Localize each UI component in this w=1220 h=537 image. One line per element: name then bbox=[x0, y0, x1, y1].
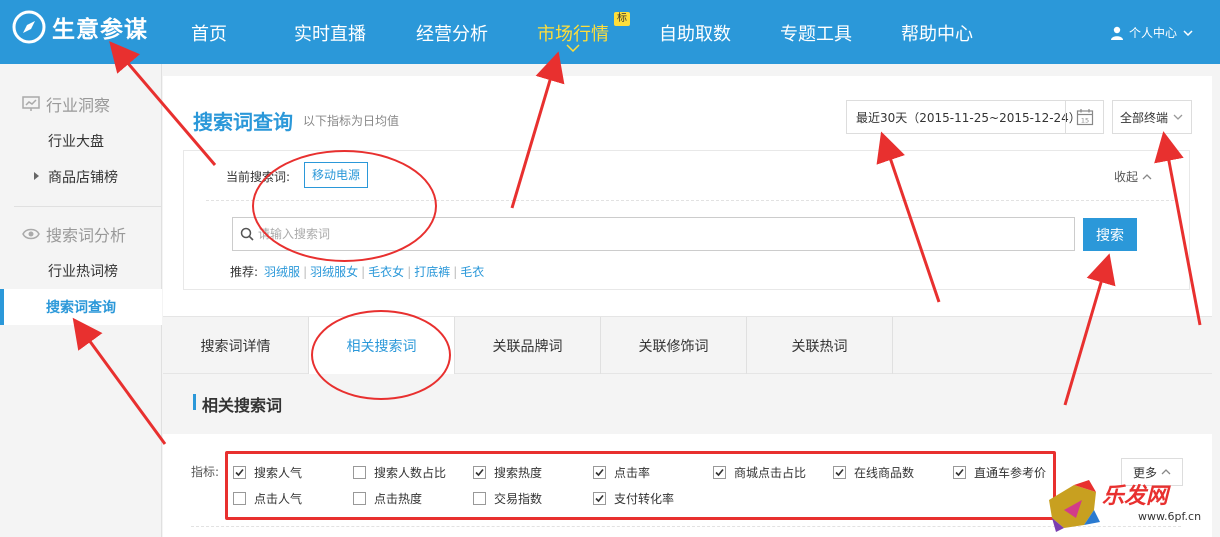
calendar-icon[interactable]: 15 bbox=[1065, 101, 1103, 133]
annotation-ellipse bbox=[311, 310, 451, 400]
chevron-down-icon bbox=[1173, 114, 1183, 120]
logo-text: 生意参谋 bbox=[52, 17, 148, 43]
user-icon bbox=[1111, 26, 1123, 40]
chevron-up-icon bbox=[1142, 173, 1152, 179]
sidebar-item-label: 搜索词查询 bbox=[46, 300, 116, 316]
section-header: 相关搜索词 bbox=[163, 374, 1212, 434]
sidebar-divider bbox=[14, 206, 162, 207]
nav-item-home[interactable]: 首页 bbox=[191, 20, 227, 46]
logo[interactable]: 生意参谋 bbox=[12, 10, 148, 44]
tab-search-detail[interactable]: 搜索词详情 bbox=[163, 317, 309, 374]
sidebar-item-search-query[interactable]: 搜索词查询 bbox=[0, 289, 162, 325]
separator: | bbox=[407, 264, 412, 279]
sidebar-item-industry-overview[interactable]: 行业大盘 bbox=[0, 123, 162, 159]
collapse-toggle[interactable]: 收起 bbox=[1114, 168, 1152, 185]
nav-item-operations[interactable]: 经营分析 bbox=[416, 20, 488, 46]
tab-modifier-terms[interactable]: 关联修饰词 bbox=[601, 317, 747, 374]
tab-brand-terms[interactable]: 关联品牌词 bbox=[455, 317, 601, 374]
calendar-day: 15 bbox=[1080, 117, 1088, 125]
sidebar-item-label: 商品店铺榜 bbox=[48, 170, 118, 186]
tab-hot-terms[interactable]: 关联热词 bbox=[747, 317, 893, 374]
sidebar-group-title: 搜索词分析 bbox=[46, 226, 127, 245]
sidebar: 行业洞察 行业大盘 商品店铺榜 搜索词分析 行业热词榜 搜索词查询 bbox=[0, 64, 162, 537]
top-nav-bar: 生意参谋 首页 实时直播 经营分析 市场行情 标 自助取数 专题工具 帮助中心 … bbox=[0, 0, 1220, 64]
separator: | bbox=[361, 264, 366, 279]
sidebar-item-label: 行业热词榜 bbox=[48, 264, 118, 280]
page-title: 搜索词查询 bbox=[193, 110, 293, 134]
recommendations: 推荐: 羽绒服 | 羽绒服女 | 毛衣女 | 打底裤 | 毛衣 bbox=[230, 263, 484, 280]
search-icon bbox=[240, 227, 254, 241]
user-menu[interactable]: 个人中心 bbox=[1110, 24, 1198, 41]
indicator-label: 指标: bbox=[191, 465, 220, 479]
section-accent-bar bbox=[193, 394, 196, 410]
recommendations-label: 推荐: bbox=[230, 265, 259, 279]
chevron-down-icon bbox=[1183, 29, 1193, 36]
nav-item-self-service[interactable]: 自助取数 bbox=[659, 20, 731, 46]
separator: | bbox=[453, 264, 458, 279]
recommendation-link[interactable]: 毛衣女 bbox=[368, 263, 404, 280]
collapse-label: 收起 bbox=[1114, 170, 1139, 184]
search-button[interactable]: 搜索 bbox=[1083, 218, 1137, 251]
sidebar-item-hot-words[interactable]: 行业热词榜 bbox=[0, 253, 162, 289]
nav-item-market[interactable]: 市场行情 bbox=[537, 20, 609, 46]
sidebar-group-title: 行业洞察 bbox=[46, 96, 111, 115]
watermark-text: 乐发网 bbox=[1102, 483, 1169, 509]
recommendation-link[interactable]: 毛衣 bbox=[460, 263, 484, 280]
compass-logo-icon bbox=[12, 10, 46, 44]
date-range-picker[interactable]: 最近30天（2015-11-25~2015-12-24） 15 bbox=[846, 100, 1104, 134]
watermark-url: www.6pf.cn bbox=[1138, 510, 1202, 523]
user-menu-label: 个人中心 bbox=[1129, 26, 1178, 40]
chevron-down-icon bbox=[566, 44, 580, 52]
terminal-select-value: 全部终端 bbox=[1120, 110, 1169, 125]
terminal-select[interactable]: 全部终端 bbox=[1112, 100, 1192, 134]
sidebar-item-label: 行业大盘 bbox=[48, 134, 104, 150]
nav-item-help[interactable]: 帮助中心 bbox=[901, 20, 973, 46]
date-range-value: 最近30天（2015-11-25~2015-12-24） bbox=[856, 110, 1081, 125]
eye-icon bbox=[22, 228, 40, 240]
annotation-highlight-box bbox=[225, 451, 1056, 520]
caret-right-icon bbox=[34, 172, 39, 180]
annotation-ellipse bbox=[252, 150, 437, 262]
recommendation-link[interactable]: 羽绒服 bbox=[264, 263, 300, 280]
recommendation-link[interactable]: 羽绒服女 bbox=[310, 263, 358, 280]
nav-item-topic-tools[interactable]: 专题工具 bbox=[780, 20, 852, 46]
sidebar-group-industry: 行业洞察 bbox=[0, 92, 162, 116]
page-subtitle: 以下指标为日均值 bbox=[303, 114, 400, 128]
sidebar-item-shop-ranking[interactable]: 商品店铺榜 bbox=[0, 159, 162, 195]
recommendation-link[interactable]: 打底裤 bbox=[414, 263, 450, 280]
monitor-chart-icon bbox=[22, 96, 40, 111]
panel-divider bbox=[191, 526, 1181, 527]
sidebar-group-search: 搜索词分析 bbox=[0, 222, 162, 246]
section-title: 相关搜索词 bbox=[202, 396, 283, 415]
nav-badge: 标 bbox=[614, 12, 630, 26]
separator: | bbox=[303, 264, 308, 279]
nav-item-live[interactable]: 实时直播 bbox=[294, 20, 366, 46]
